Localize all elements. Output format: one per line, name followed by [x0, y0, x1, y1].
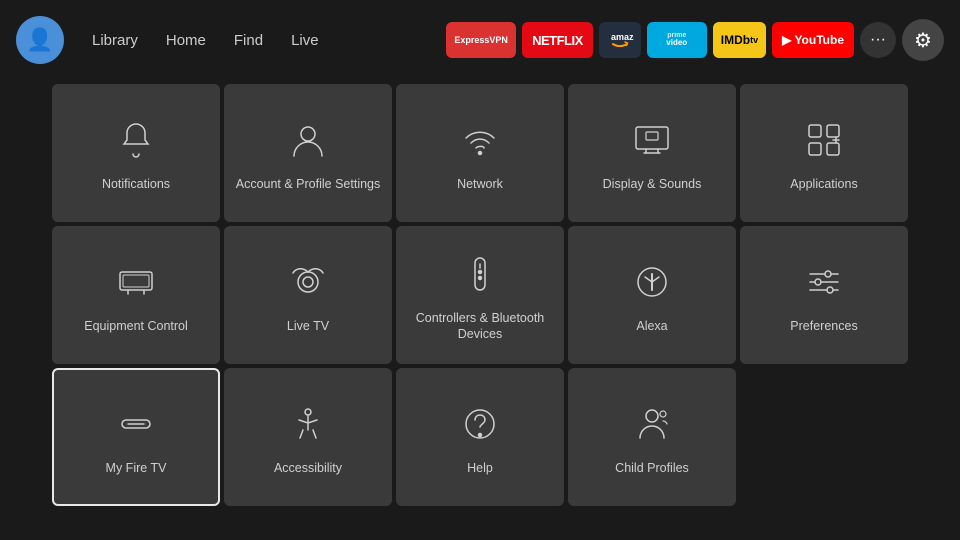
myfiretv-label: My Fire TV	[98, 460, 175, 476]
applications-label: Applications	[782, 176, 865, 192]
app-expressvpn[interactable]: ExpressVPN	[446, 22, 516, 58]
bell-icon	[110, 114, 162, 166]
svg-text:amazon: amazon	[611, 32, 634, 42]
nav-find[interactable]: Find	[222, 26, 275, 55]
accessibility-icon	[282, 398, 334, 450]
grid-item-preferences[interactable]: Preferences	[740, 226, 908, 364]
help-icon	[454, 398, 506, 450]
grid-item-childprofiles[interactable]: Child Profiles	[568, 368, 736, 506]
settings-grid: Notifications Account & Profile Settings…	[0, 80, 960, 506]
grid-item-equipment[interactable]: Equipment Control	[52, 226, 220, 364]
app-youtube[interactable]: ▶ YouTube	[772, 22, 854, 58]
nav-library[interactable]: Library	[80, 26, 150, 55]
grid-item-accessibility[interactable]: Accessibility	[224, 368, 392, 506]
grid-item-network[interactable]: Network	[396, 84, 564, 222]
controllers-label: Controllers & Bluetooth Devices	[396, 310, 564, 343]
equipment-icon	[110, 256, 162, 308]
account-icon	[282, 114, 334, 166]
app-amazon[interactable]: amazon	[599, 22, 641, 58]
avatar[interactable]: 👤	[16, 16, 64, 64]
grid-item-notifications[interactable]: Notifications	[52, 84, 220, 222]
antenna-icon	[282, 256, 334, 308]
firetv-icon	[110, 398, 162, 450]
nav-home[interactable]: Home	[154, 26, 218, 55]
app-icons-bar: ExpressVPN NETFLIX amazon primevideo IMD…	[446, 19, 944, 61]
more-button[interactable]: ···	[860, 22, 896, 58]
preferences-label: Preferences	[782, 318, 865, 334]
grid-item-account[interactable]: Account & Profile Settings	[224, 84, 392, 222]
livetv-label: Live TV	[279, 318, 337, 334]
account-label: Account & Profile Settings	[228, 176, 389, 192]
childprofiles-icon	[626, 398, 678, 450]
help-label: Help	[459, 460, 501, 476]
childprofiles-label: Child Profiles	[607, 460, 697, 476]
wifi-icon	[454, 114, 506, 166]
alexa-label: Alexa	[628, 318, 675, 334]
app-prime[interactable]: primevideo	[647, 22, 707, 58]
grid-item-livetv[interactable]: Live TV	[224, 226, 392, 364]
equipment-label: Equipment Control	[76, 318, 196, 334]
settings-button[interactable]: ⚙	[902, 19, 944, 61]
grid-item-help[interactable]: Help	[396, 368, 564, 506]
notifications-label: Notifications	[94, 176, 178, 192]
top-navigation: 👤 Library Home Find Live ExpressVPN NETF…	[0, 0, 960, 80]
grid-item-applications[interactable]: Applications	[740, 84, 908, 222]
network-label: Network	[449, 176, 511, 192]
grid-item-controllers[interactable]: Controllers & Bluetooth Devices	[396, 226, 564, 364]
remote-icon	[454, 248, 506, 300]
grid-item-display[interactable]: Display & Sounds	[568, 84, 736, 222]
accessibility-label: Accessibility	[266, 460, 350, 476]
grid-item-myfiretv[interactable]: My Fire TV	[52, 368, 220, 506]
app-imdb[interactable]: IMDb tv	[713, 22, 766, 58]
grid-item-alexa[interactable]: Alexa	[568, 226, 736, 364]
sliders-icon	[798, 256, 850, 308]
apps-icon	[798, 114, 850, 166]
nav-live[interactable]: Live	[279, 26, 331, 55]
app-netflix[interactable]: NETFLIX	[522, 22, 593, 58]
alexa-icon	[626, 256, 678, 308]
display-label: Display & Sounds	[595, 176, 710, 192]
nav-links: Library Home Find Live	[80, 26, 331, 55]
display-icon	[626, 114, 678, 166]
